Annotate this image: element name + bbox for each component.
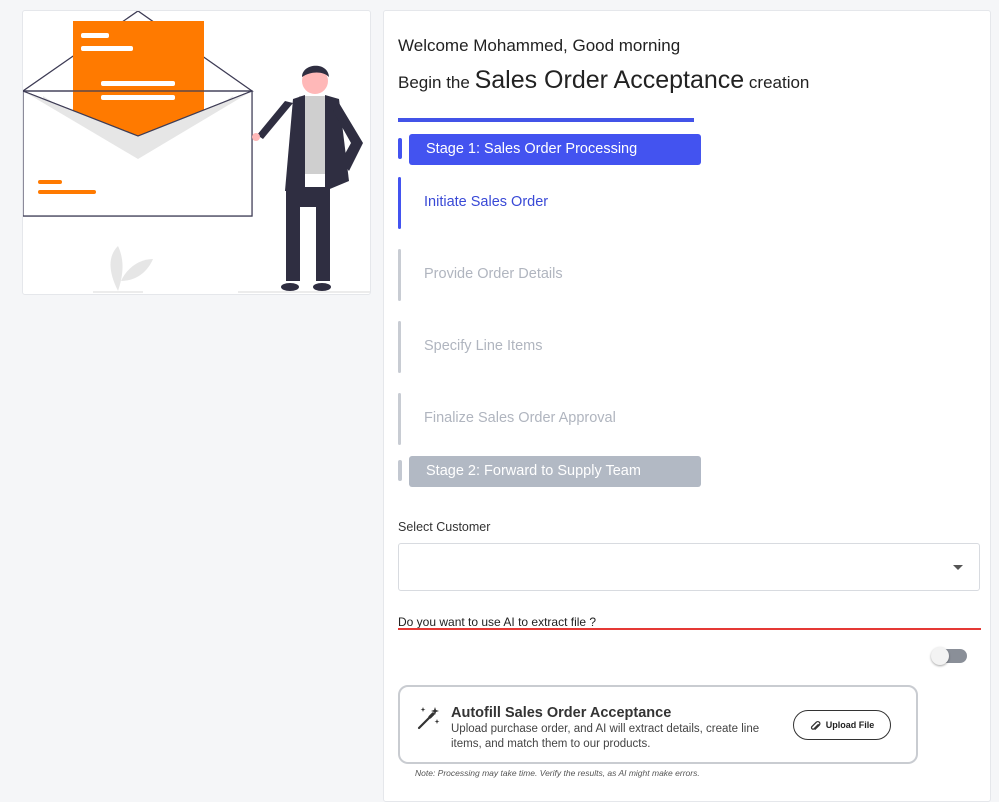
step-label: Initiate Sales Order xyxy=(424,194,549,210)
sales-order-panel: Welcome Mohammed, Good morning Begin the… xyxy=(383,10,991,802)
envelope-person-illustration xyxy=(23,11,370,293)
upload-file-label: Upload File xyxy=(825,720,875,730)
stage-2-label: Stage 2: Forward to Supply Team xyxy=(409,456,701,487)
autofill-title: Autofill Sales Order Acceptance xyxy=(451,705,672,721)
step-label: Provide Order Details xyxy=(424,266,563,282)
step-specify-line-items[interactable]: Specify Line Items xyxy=(398,321,698,373)
step-indicator xyxy=(398,249,401,301)
customer-select[interactable] xyxy=(398,543,980,591)
stage-1-header[interactable]: Stage 1: Sales Order Processing xyxy=(398,134,703,165)
stage-2-header[interactable]: Stage 2: Forward to Supply Team xyxy=(398,456,703,487)
autofill-card: Autofill Sales Order Acceptance Upload p… xyxy=(398,685,918,764)
title-underline xyxy=(398,118,694,122)
stage-1-marker xyxy=(398,138,402,159)
toggle-knob xyxy=(931,647,949,665)
step-indicator xyxy=(398,177,401,229)
welcome-greeting: Welcome Mohammed, Good morning xyxy=(398,36,681,55)
chevron-down-icon xyxy=(953,565,963,570)
ai-extract-toggle[interactable] xyxy=(931,647,967,665)
step-label: Finalize Sales Order Approval xyxy=(424,410,616,426)
step-finalize-approval[interactable]: Finalize Sales Order Approval xyxy=(398,393,698,445)
processing-note: Note: Processing may take time. Verify t… xyxy=(415,768,700,778)
title-prefix: Begin the xyxy=(398,73,470,92)
step-label: Specify Line Items xyxy=(424,338,543,354)
step-initiate-sales-order[interactable]: Initiate Sales Order xyxy=(398,177,698,229)
illustration-card xyxy=(22,10,371,295)
upload-file-button[interactable]: Upload File xyxy=(793,710,891,740)
stage-2-marker xyxy=(398,460,402,481)
step-indicator xyxy=(398,393,401,445)
title-suffix: creation xyxy=(748,73,810,92)
title-emphasis: Sales Order Acceptance xyxy=(474,66,745,94)
paperclip-icon xyxy=(810,720,821,730)
autofill-description: Upload purchase order, and AI will extra… xyxy=(451,723,760,750)
ai-extract-question: Do you want to use AI to extract file ? xyxy=(398,615,597,629)
stage-1-label: Stage 1: Sales Order Processing xyxy=(409,134,701,165)
ai-question-underline xyxy=(398,628,981,630)
customer-select-label: Select Customer xyxy=(398,520,491,534)
step-provide-order-details[interactable]: Provide Order Details xyxy=(398,249,698,301)
step-indicator xyxy=(398,321,401,373)
page-title: Begin the Sales Order Acceptance creatio… xyxy=(398,66,809,95)
magic-wand-icon xyxy=(417,707,440,730)
